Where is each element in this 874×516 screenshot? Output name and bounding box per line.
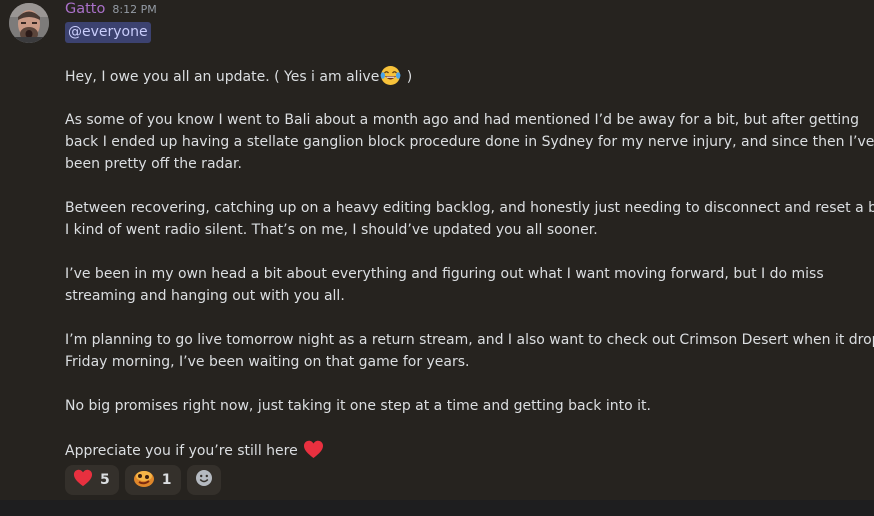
message-paragraph-6: No big promises right now, just taking i… [65,395,865,417]
message-paragraph-7: Appreciate you if you’re still here [65,439,865,462]
message-line: I’ve been in my own head a bit about eve… [65,266,824,282]
message-paragraph-2: As some of you know I went to Bali about… [65,109,874,175]
red-heart-emoji-icon[interactable] [303,439,324,460]
message-line: back I ended up having a stellate gangli… [65,134,874,150]
reactions-bar: 5 1 [65,465,221,495]
message-text: Appreciate you if you’re still here [65,443,298,459]
joy-emoji-icon[interactable] [380,65,401,86]
message-line: been pretty off the radar. [65,156,242,172]
custom-reaction-emoji-icon [133,468,155,492]
message-text: Hey, I owe you all an update. ( Yes i am… [65,69,380,85]
add-reaction-icon [195,469,213,491]
message-line: I’m planning to go live tomorrow night a… [65,332,874,348]
message-line: As some of you know I went to Bali about… [65,112,860,128]
message-paragraph-5: I’m planning to go live tomorrow night a… [65,329,874,373]
add-reaction-button[interactable] [186,465,221,495]
message: Gatto 8:12 PM @everyone Hey, I owe you a… [0,0,874,500]
avatar[interactable] [9,3,49,43]
username[interactable]: Gatto [65,1,105,17]
message-text: ) [402,69,413,85]
message-line: streaming and hanging out with you all. [65,288,345,304]
message-text: No big promises right now, just taking i… [65,398,651,414]
reaction-count: 1 [161,472,172,488]
message-paragraph-3: Between recovering, catching up on a hea… [65,197,874,241]
bottom-divider [0,500,874,516]
reaction-custom[interactable]: 1 [124,465,181,495]
red-heart-emoji-icon [73,468,93,492]
timestamp[interactable]: 8:12 PM [112,3,156,16]
message-header: Gatto 8:12 PM [65,1,157,21]
everyone-mention[interactable]: @everyone [65,22,151,43]
message-line: I kind of went radio silent. That’s on m… [65,222,598,238]
message-paragraph-4: I’ve been in my own head a bit about eve… [65,263,865,307]
reaction-heart[interactable]: 5 [65,465,119,495]
message-line: Friday morning, I’ve been waiting on tha… [65,354,470,370]
avatar-image [9,3,49,43]
message-line: Between recovering, catching up on a hea… [65,200,874,216]
message-paragraph-1: Hey, I owe you all an update. ( Yes i am… [65,65,865,88]
reaction-count: 5 [100,472,110,488]
